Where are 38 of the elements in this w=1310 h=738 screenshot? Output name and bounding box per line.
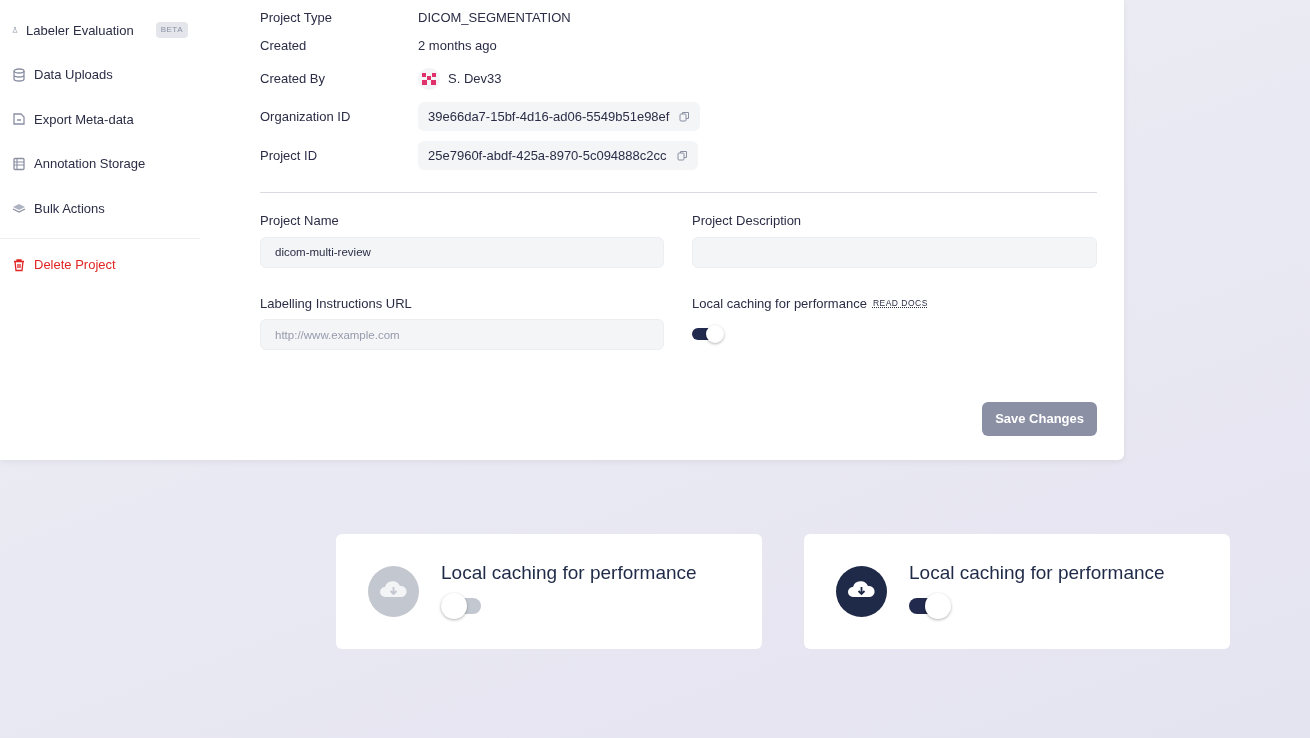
- sidebar-item[interactable]: Export Meta-data: [0, 97, 200, 142]
- toggle-switch[interactable]: [909, 593, 951, 619]
- cloud-download-icon: [836, 566, 887, 617]
- project-name-field[interactable]: dicom-multi-review: [260, 236, 664, 268]
- user-name: S. Dev33: [448, 69, 502, 88]
- card-title: Local caching for performance: [441, 560, 697, 585]
- card-title: Local caching for performance: [909, 560, 1165, 585]
- sidebar-item[interactable]: Bulk Actions: [0, 186, 200, 231]
- toggle-switch[interactable]: [441, 593, 483, 619]
- id-value: 39e66da7-15bf-4d16-ad06-5549b51e98ef: [418, 101, 701, 132]
- copy-icon[interactable]: [676, 150, 688, 161]
- database-icon: [12, 67, 26, 82]
- detail-label: Organization ID: [260, 107, 352, 126]
- copy-icon[interactable]: [679, 111, 691, 122]
- cloud-download-icon: [368, 566, 419, 617]
- field-label: Labelling Instructions URL: [260, 294, 413, 313]
- detail-label: Project ID: [260, 146, 319, 165]
- sidebar-item[interactable]: Delete Project: [0, 242, 200, 287]
- field-label: Project Name: [260, 212, 340, 230]
- instructions-url-field[interactable]: http://www.example.com: [260, 319, 664, 350]
- detail-label: Created: [260, 37, 308, 56]
- detail-value: DICOM_SEGMENTATION: [418, 9, 571, 28]
- toggle-switch[interactable]: [692, 325, 724, 343]
- document-icon: [12, 112, 26, 127]
- sidebar-item[interactable]: Annotation Storage: [0, 141, 200, 186]
- sidebar-item[interactable]: Data Uploads: [0, 52, 200, 97]
- detail-label: Created By: [260, 69, 327, 88]
- trash-icon: [12, 257, 26, 272]
- field-label: Project Description: [692, 212, 803, 230]
- read-docs-link[interactable]: READ DOCS: [872, 296, 928, 310]
- detail-value: 2 months ago: [418, 37, 497, 56]
- table-icon: [12, 156, 26, 171]
- sidebar-item[interactable]: Labeler Evaluation BETA: [0, 8, 200, 53]
- avatar-icon: [418, 67, 440, 90]
- id-value: 25e7960f-abdf-425a-8970-5c094888c2cc: [418, 140, 698, 171]
- beta-tag: BETA: [155, 22, 188, 39]
- detail-label: Project Type: [260, 9, 334, 28]
- field-label: Local caching for performance: [692, 294, 867, 313]
